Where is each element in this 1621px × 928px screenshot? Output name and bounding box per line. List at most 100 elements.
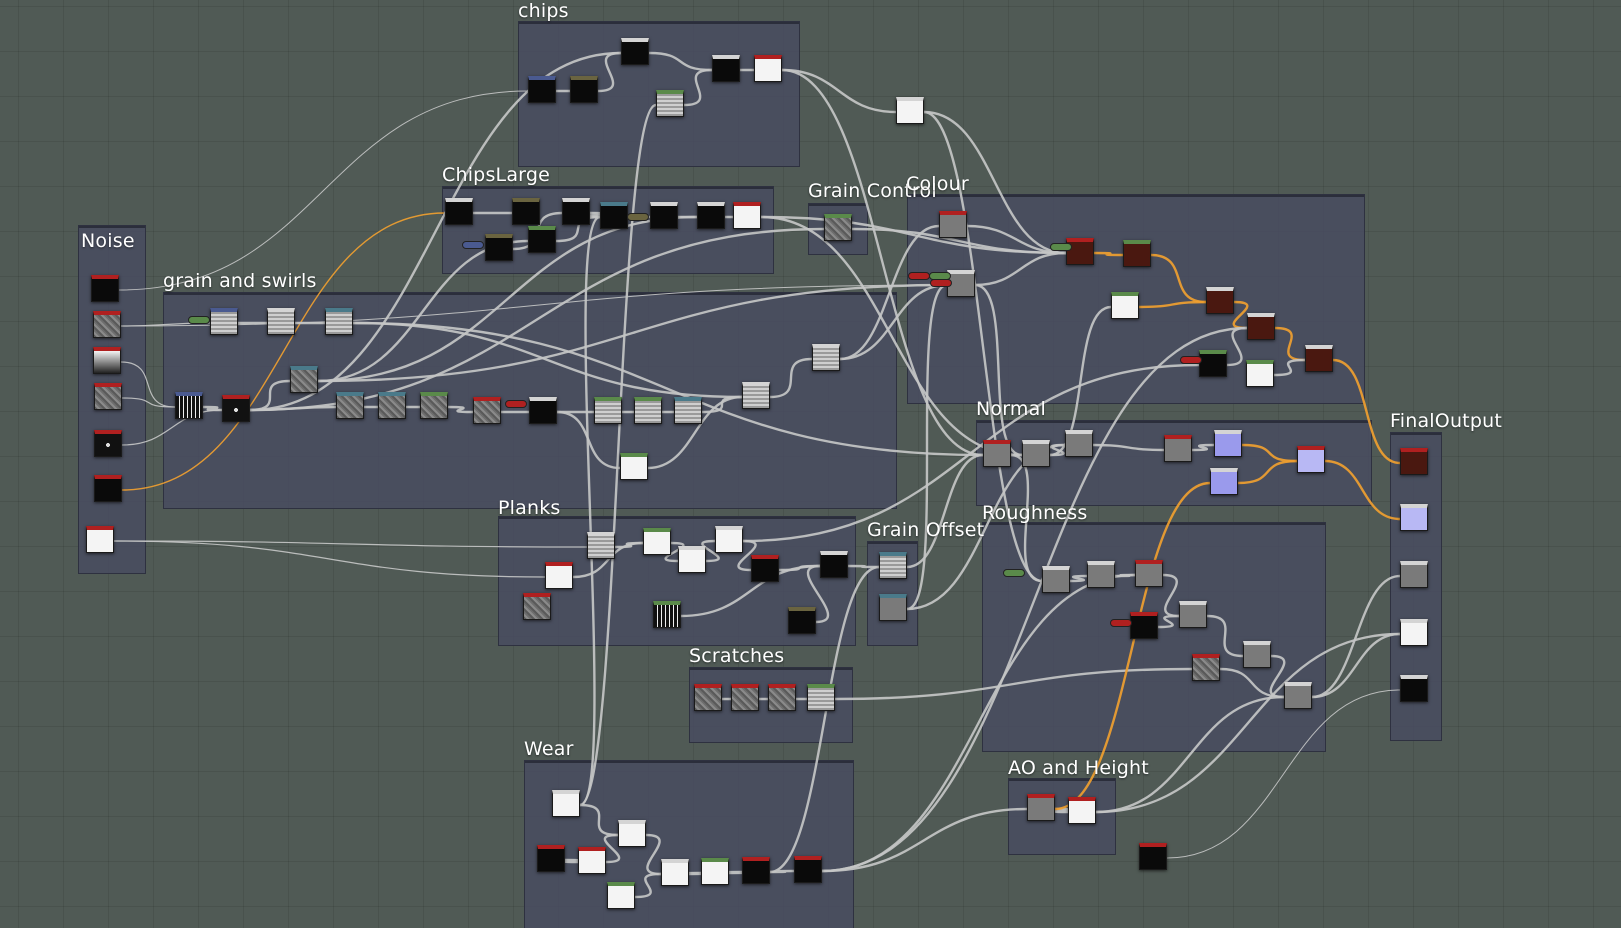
connection-wire[interactable] xyxy=(833,667,1194,701)
connection-wire[interactable] xyxy=(973,251,1068,287)
colour-node-10[interactable] xyxy=(1305,345,1333,372)
grain-node-5[interactable] xyxy=(175,392,203,419)
frame-title-noise[interactable]: Noise xyxy=(81,230,135,252)
planks-node-6[interactable] xyxy=(715,526,743,553)
grain-node-4[interactable] xyxy=(290,366,318,393)
grain-node-7[interactable] xyxy=(336,392,364,419)
connection-wire[interactable] xyxy=(1137,300,1208,309)
connection-wire[interactable] xyxy=(1166,689,1401,859)
ao-node-1[interactable] xyxy=(1027,794,1055,821)
frame-title-finaloutput[interactable]: FinalOutput xyxy=(1390,410,1502,432)
roughness-node-7[interactable] xyxy=(1243,641,1271,668)
planks-node-7[interactable] xyxy=(751,555,779,582)
grain-pin-2[interactable] xyxy=(505,400,527,408)
height-node-1[interactable] xyxy=(1068,797,1096,824)
wear-node-6[interactable] xyxy=(701,858,729,885)
noise-node-7[interactable] xyxy=(86,526,114,553)
graph-canvas[interactable]: chips ChipsLarge Noise grain and swirls … xyxy=(0,0,1621,928)
planks-node-1[interactable] xyxy=(587,532,615,559)
connection-wire[interactable] xyxy=(1225,326,1249,367)
frame-title-chips[interactable]: chips xyxy=(518,0,569,22)
chipslarge-node-1[interactable] xyxy=(445,198,473,225)
frame-title-planks[interactable]: Planks xyxy=(498,497,561,519)
connection-wire[interactable] xyxy=(1161,573,1181,618)
grain-node-15[interactable] xyxy=(742,382,770,409)
grain-pin-1[interactable] xyxy=(188,316,210,324)
frame-title-normal[interactable]: Normal xyxy=(976,398,1046,420)
wear-node-4[interactable] xyxy=(578,847,606,874)
colour-node-3[interactable] xyxy=(1066,238,1094,265)
connection-wire[interactable] xyxy=(1156,614,1181,629)
output-metallic[interactable] xyxy=(1400,619,1428,646)
grainoffset-node-1[interactable] xyxy=(879,552,907,579)
normal-node-4[interactable] xyxy=(1164,435,1192,462)
frame-title-grain-offset[interactable]: Grain Offset xyxy=(867,519,984,541)
grain-node-1[interactable] xyxy=(210,308,238,335)
wear-node-1[interactable] xyxy=(552,790,580,817)
frame-title-roughness[interactable]: Roughness xyxy=(982,502,1087,524)
connection-wire[interactable] xyxy=(446,405,475,414)
connection-wire[interactable] xyxy=(768,357,814,399)
connection-wire[interactable] xyxy=(1236,459,1299,485)
colour-node-9[interactable] xyxy=(1246,360,1274,387)
planks-node-4[interactable] xyxy=(643,528,671,555)
colour-node-1[interactable] xyxy=(939,211,967,238)
scratches-node-1[interactable] xyxy=(694,684,722,711)
connection-wire[interactable] xyxy=(121,409,223,446)
connection-wire[interactable] xyxy=(780,68,985,457)
connection-wire[interactable] xyxy=(578,215,602,807)
connection-wire[interactable] xyxy=(1310,632,1402,699)
connection-wire[interactable] xyxy=(201,405,224,412)
normal-node-5[interactable] xyxy=(1214,430,1242,457)
grain-node-14[interactable] xyxy=(674,397,702,424)
grain-node-17[interactable] xyxy=(620,453,648,480)
planks-node-9[interactable] xyxy=(788,607,816,634)
normal-node-1[interactable] xyxy=(983,440,1011,467)
connection-wire[interactable] xyxy=(118,90,529,291)
normal-node-7[interactable] xyxy=(1297,446,1325,473)
chipslarge-pin-1[interactable] xyxy=(462,241,484,249)
colour-node-4[interactable] xyxy=(1123,240,1151,267)
grain-node-12[interactable] xyxy=(594,397,622,424)
output-basecolor[interactable] xyxy=(1400,448,1428,475)
planks-node-3[interactable] xyxy=(523,593,551,620)
connection-wire[interactable] xyxy=(1323,459,1402,521)
chips-node-output[interactable] xyxy=(896,97,924,124)
roughness-node-8[interactable] xyxy=(1284,682,1312,709)
frame-title-grain-and-swirls[interactable]: grain and swirls xyxy=(163,270,317,292)
wear-node-3[interactable] xyxy=(537,845,565,872)
planks-node-5[interactable] xyxy=(678,546,706,573)
frame-title-ao-and-height[interactable]: AO and Height xyxy=(1008,757,1149,779)
connection-wire[interactable] xyxy=(1232,300,1249,330)
connection-wire[interactable] xyxy=(248,51,623,412)
connection-wire[interactable] xyxy=(633,872,663,899)
connection-wire[interactable] xyxy=(316,283,949,383)
connection-wire[interactable] xyxy=(121,212,446,491)
connection-wire[interactable] xyxy=(113,540,588,548)
chipslarge-node-3[interactable] xyxy=(485,234,513,261)
scratches-node-4[interactable] xyxy=(807,684,835,711)
connection-wire[interactable] xyxy=(682,68,714,107)
connection-wire[interactable] xyxy=(820,573,1137,873)
grain-node-2[interactable] xyxy=(267,308,295,335)
connection-wire[interactable] xyxy=(727,870,744,875)
wear-node-5[interactable] xyxy=(661,859,689,886)
grain-node-8[interactable] xyxy=(378,392,406,419)
scratches-node-2[interactable] xyxy=(731,684,759,711)
connection-wire[interactable] xyxy=(686,871,704,876)
chips-node-4[interactable] xyxy=(656,90,684,117)
wear-node-2[interactable] xyxy=(618,820,646,847)
normal-node-6[interactable] xyxy=(1210,468,1238,495)
colour-node-6[interactable] xyxy=(1206,287,1234,314)
noise-node-4[interactable] xyxy=(94,383,122,410)
noise-node-5[interactable] xyxy=(94,430,122,457)
connection-wire[interactable] xyxy=(973,283,1024,457)
chips-node-1[interactable] xyxy=(621,38,649,65)
connection-wire[interactable] xyxy=(1273,326,1307,362)
connection-wire[interactable] xyxy=(596,51,623,93)
connection-wire[interactable] xyxy=(759,215,1068,255)
chips-node-5[interactable] xyxy=(712,55,740,82)
chipslarge-node-7[interactable] xyxy=(650,202,678,229)
roughness-node-4[interactable] xyxy=(1130,612,1158,639)
connection-wire[interactable] xyxy=(563,858,580,864)
